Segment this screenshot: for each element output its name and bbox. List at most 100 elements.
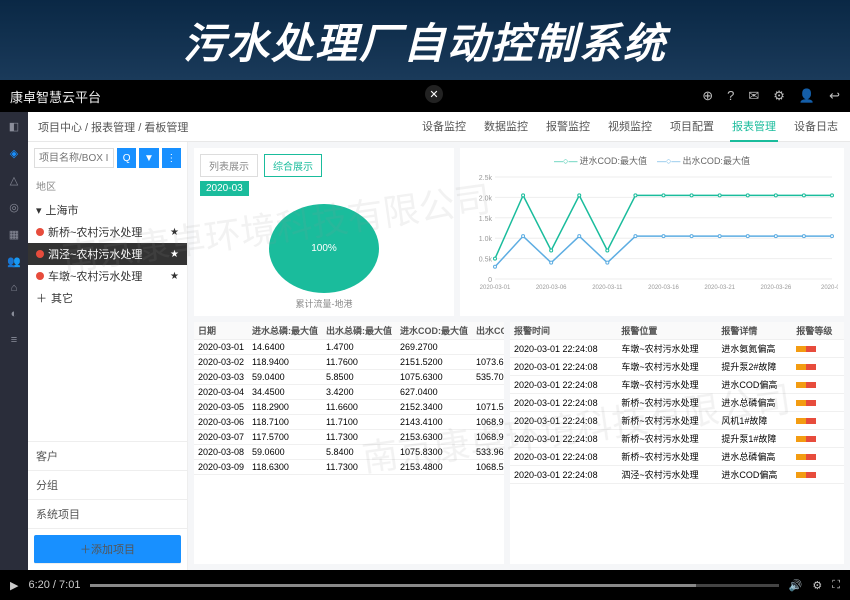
rail-item[interactable]: ◈ — [10, 147, 18, 160]
table-row[interactable]: 2020-03-09118.630011.73002153.48001068.5… — [194, 460, 504, 475]
data-table: 日期进水总磷:最大值出水总磷:最大值进水COD:最大值出水COD:最2020-0… — [194, 322, 504, 564]
tab-6[interactable]: 设备日志 — [792, 112, 840, 142]
more-button[interactable]: ⋮ — [162, 148, 181, 168]
table-row[interactable]: 2020-03-01 22:24:08新桥~农村污水处理风机1#故障 — [510, 412, 844, 430]
tab-3[interactable]: 视频监控 — [606, 112, 654, 142]
help-icon[interactable]: ? — [727, 88, 734, 104]
add-project-button[interactable]: ＋添加项目 — [34, 535, 181, 564]
alarm-level-icon — [796, 454, 816, 460]
line-chart: 00.5k1.0k1.5k2.0k2.5k2020-03-012020-03-0… — [466, 167, 838, 307]
rail-item[interactable]: ⌂ — [11, 282, 18, 294]
tree-other[interactable]: ＋ 其它 — [28, 287, 187, 309]
mail-icon[interactable]: ✉ — [748, 88, 759, 104]
col-header: 进水COD:最大值 — [396, 322, 472, 340]
alarm-level-icon — [796, 436, 816, 442]
table-row[interactable]: 2020-03-01 22:24:08新桥~农村污水处理进水总磷偏高 — [510, 448, 844, 466]
chart-legend: 进水COD:最大值 出水COD:最大值 — [466, 154, 838, 167]
table-row[interactable]: 2020-03-0859.06005.84001075.8300533.96 — [194, 445, 504, 460]
play-button[interactable]: ▶ — [10, 579, 18, 592]
filter-button[interactable]: ▼ — [139, 148, 158, 168]
breadcrumb: 项目中心 / 报表管理 / 看板管理 — [38, 119, 188, 135]
rail-item[interactable]: 👥 — [7, 255, 21, 268]
tab-2[interactable]: 报警监控 — [544, 112, 592, 142]
panels: 列表展示 综合展示 2020-03 100% 累计流量-地港 进水COD:最大值… — [188, 142, 850, 570]
tree-item[interactable]: 新桥~农村污水处理★ — [28, 221, 187, 243]
table-row[interactable]: 2020-03-02118.940011.76002151.52001073.6… — [194, 355, 504, 370]
banner: 污水处理厂自动控制系统 — [0, 0, 850, 80]
col-header: 出水总磷:最大值 — [322, 322, 396, 340]
svg-text:2020-03-06: 2020-03-06 — [536, 285, 567, 291]
rail-item[interactable]: ▦ — [9, 228, 19, 241]
table-row[interactable]: 2020-03-01 22:24:08新桥~农村污水处理进水总磷偏高 — [510, 394, 844, 412]
top-nav: 项目中心 / 报表管理 / 看板管理 设备监控数据监控报警监控视频监控项目配置报… — [28, 112, 850, 142]
side-link[interactable]: 客户 — [28, 442, 187, 471]
table-row[interactable]: 2020-03-07117.570011.73002153.63001068.9… — [194, 430, 504, 445]
video-progress[interactable] — [90, 584, 778, 587]
table-row[interactable]: 2020-03-01 22:24:08车墩~农村污水处理提升泵2#故障 — [510, 358, 844, 376]
nav-tabs: 设备监控数据监控报警监控视频监控项目配置报表管理设备日志 — [420, 112, 840, 142]
settings-icon[interactable]: ⚙ — [812, 579, 822, 592]
project-sidebar: Q ▼ ⋮ 地区 ▾ 上海市 新桥~农村污水处理★泗泾~农村污水处理★车墩~农村… — [28, 142, 188, 570]
rail-item[interactable]: ◐ — [11, 308, 18, 320]
svg-text:2.5k: 2.5k — [479, 175, 493, 182]
svg-text:2.0k: 2.0k — [479, 195, 493, 202]
settings-icon[interactable]: ⚙ — [773, 88, 785, 104]
side-link[interactable]: 系统项目 — [28, 500, 187, 529]
col-header: 报警详情 — [717, 322, 792, 340]
close-icon[interactable]: ✕ — [425, 85, 443, 103]
legend-item: 进水COD:最大值 — [554, 154, 647, 167]
tab-1[interactable]: 数据监控 — [482, 112, 530, 142]
table-row[interactable]: 2020-03-0359.04005.85001075.6300535.70 — [194, 370, 504, 385]
table-row[interactable]: 2020-03-01 22:24:08新桥~农村污水处理提升泵1#故障 — [510, 430, 844, 448]
table-row[interactable]: 2020-03-01 22:24:08车墩~农村污水处理进水氨氮偏高 — [510, 340, 844, 358]
pie-label: 累计流量-地港 — [200, 297, 448, 310]
view-list-button[interactable]: 列表展示 — [200, 154, 258, 177]
tab-5[interactable]: 报表管理 — [730, 112, 778, 142]
tree-item[interactable]: 泗泾~农村污水处理★ — [28, 243, 187, 265]
legend-item: 出水COD:最大值 — [657, 154, 750, 167]
date-chip[interactable]: 2020-03 — [200, 181, 249, 196]
tab-0[interactable]: 设备监控 — [420, 112, 468, 142]
banner-title: 污水处理厂自动控制系统 — [183, 10, 667, 71]
search-button[interactable]: Q — [117, 148, 136, 168]
tree-item[interactable]: 车墩~农村污水处理★ — [28, 265, 187, 287]
alarm-level-icon — [796, 472, 816, 478]
svg-text:2020-03-01: 2020-03-01 — [480, 285, 511, 291]
table-row[interactable]: 2020-03-01 22:24:08车墩~农村污水处理进水COD偏高 — [510, 376, 844, 394]
rail-item[interactable]: ◎ — [9, 201, 19, 214]
table-row[interactable]: 2020-03-0434.45003.4200627.0400 — [194, 385, 504, 400]
col-header: 进水总磷:最大值 — [248, 322, 322, 340]
volume-icon[interactable]: 🔊 — [789, 579, 803, 592]
tab-4[interactable]: 项目配置 — [668, 112, 716, 142]
search-input[interactable] — [34, 148, 114, 168]
video-controls: ▶ 6:20 / 7:01 🔊 ⚙ ⛶ — [0, 570, 850, 600]
svg-text:2020-03-16: 2020-03-16 — [648, 285, 679, 291]
video-time: 6:20 / 7:01 — [28, 579, 80, 591]
platform-name: 康卓智慧云平台 — [10, 87, 101, 106]
table-row[interactable]: 2020-03-0114.64001.4700269.2700 — [194, 340, 504, 355]
pie-card: 列表展示 综合展示 2020-03 100% 累计流量-地港 — [194, 148, 454, 316]
fullscreen-icon[interactable]: ⛶ — [832, 579, 840, 592]
col-header: 出水COD:最 — [472, 322, 504, 340]
rail-item[interactable]: ≡ — [11, 334, 17, 346]
col-header: 日期 — [194, 322, 248, 340]
alarm-level-icon — [796, 382, 816, 388]
rail-item[interactable]: ◧ — [9, 120, 19, 133]
logout-icon[interactable]: ↩ — [829, 88, 840, 104]
user-icon[interactable]: 👤 — [799, 88, 815, 104]
side-link[interactable]: 分组 — [28, 471, 187, 500]
view-combined-button[interactable]: 综合展示 — [264, 154, 322, 177]
table-row[interactable]: 2020-03-01 22:24:08泗泾~农村污水处理进水COD偏高 — [510, 466, 844, 484]
add-icon[interactable]: ⊕ — [702, 88, 713, 104]
col-header: 报警时间 — [510, 322, 617, 340]
svg-text:0: 0 — [488, 277, 492, 284]
table-row[interactable]: 2020-03-06118.710011.71002143.41001068.9… — [194, 415, 504, 430]
tree-root[interactable]: ▾ 上海市 — [28, 199, 187, 221]
table-row[interactable]: 2020-03-05118.290011.66002152.34001071.5… — [194, 400, 504, 415]
svg-text:2020-03-11: 2020-03-11 — [592, 285, 623, 291]
header-icons: ⊕ ? ✉ ⚙ 👤 ↩ — [702, 88, 840, 104]
rail-item[interactable]: △ — [10, 174, 18, 187]
main-area: 项目中心 / 报表管理 / 看板管理 设备监控数据监控报警监控视频监控项目配置报… — [28, 112, 850, 570]
col-header: 报警位置 — [617, 322, 717, 340]
col-header: 报警等级 — [792, 322, 844, 340]
